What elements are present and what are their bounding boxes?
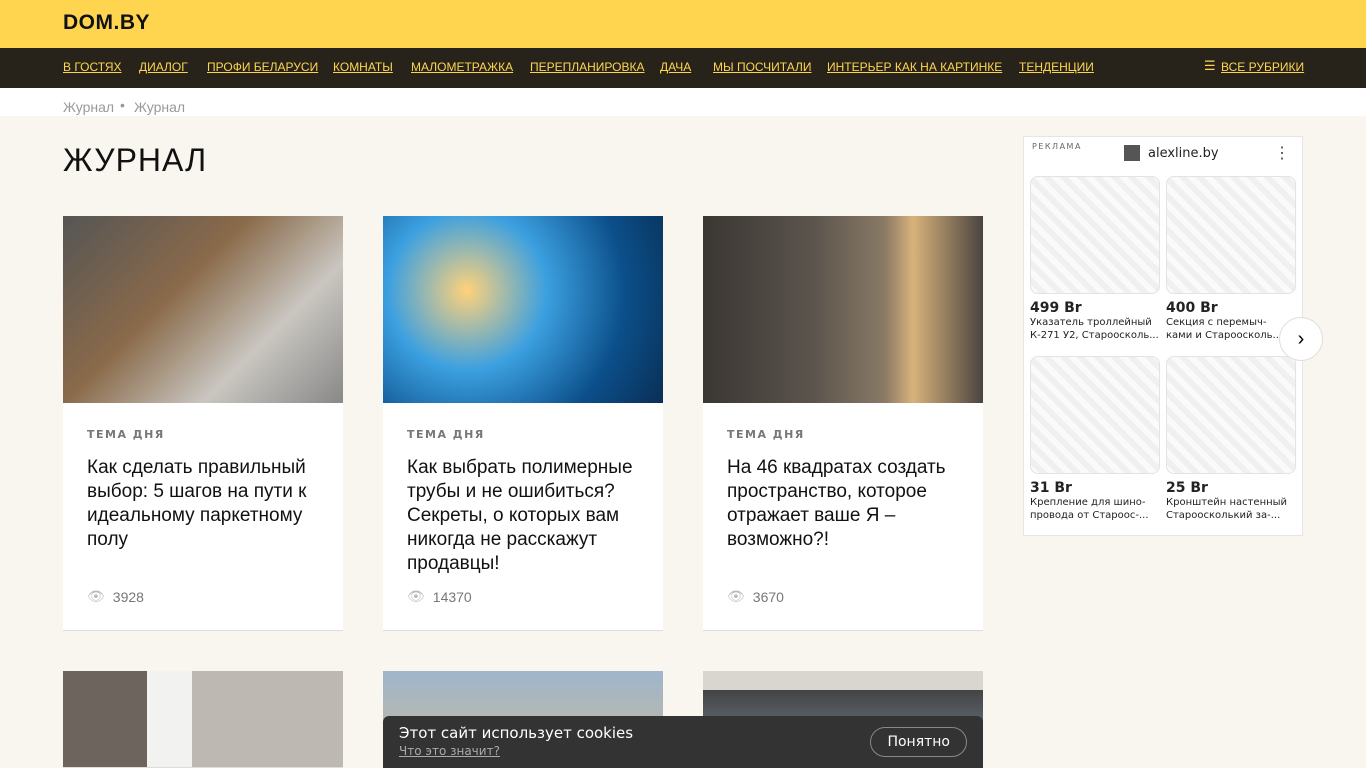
ad-product[interactable]: 25 Br Кронштейн настенный Староосколький з… [1166, 356, 1296, 522]
article-card[interactable]: ТЕМА ДНЯ Как выбрать полимерные трубы и … [383, 216, 663, 631]
brand-logo-icon [1124, 145, 1140, 161]
nav-link[interactable]: ТЕНДЕНЦИИ [1019, 60, 1094, 74]
header: DOM.BY [0, 0, 1366, 48]
product-desc: Крепление для шино- [1030, 497, 1146, 508]
product-desc: Кронштейн настенный [1166, 497, 1288, 508]
ad-brand-name: alexline.by [1148, 145, 1219, 161]
product-desc: Секция с перемыч- [1166, 317, 1267, 328]
article-image[interactable] [703, 216, 983, 403]
logo[interactable]: DOM.BY [63, 11, 150, 35]
product-desc: К-271 У2, Староосколь... [1030, 330, 1159, 341]
views-count: 3928 [112, 588, 144, 605]
article-card[interactable]: ТЕМА ДНЯ На 46 квадратах создать простра… [703, 216, 983, 631]
views: 👁 14370 [407, 588, 472, 605]
ad-product[interactable]: 31 Br Крепление для шино-провода от Старо… [1030, 356, 1160, 522]
page-title: ЖУРНАЛ [63, 142, 208, 178]
article-tag: ТЕМА ДНЯ [727, 428, 805, 441]
chevron-right-icon[interactable]: › [1279, 317, 1323, 361]
ad-product[interactable]: 499 Br Указатель троллейный К-271 У2, Стар… [1030, 176, 1160, 342]
product-price: 400 Br [1166, 300, 1218, 316]
eye-icon: 👁 [87, 588, 105, 604]
article-title[interactable]: На 46 квадратах создать пространство, ко… [727, 456, 967, 552]
nav-link[interactable]: ПРОФИ БЕЛАРУСИ [207, 60, 318, 74]
rubric-nav: В ГОСТЯХ ДИАЛОГ ПРОФИ БЕЛАРУСИ КОМНАТЫ М… [0, 48, 1366, 88]
product-image[interactable] [1166, 356, 1296, 474]
article-tag: ТЕМА ДНЯ [407, 428, 485, 441]
more-vertical-icon[interactable]: ⋮ [1274, 143, 1290, 163]
product-desc: Указатель троллейный [1030, 317, 1152, 328]
article-card[interactable]: ТЕМА ДНЯ Как сделать правильный выбор: 5… [63, 216, 343, 631]
product-image[interactable] [1030, 176, 1160, 294]
article-image[interactable] [63, 216, 343, 403]
article-image[interactable] [383, 216, 663, 403]
nav-link[interactable]: МАЛОМЕТРАЖКА [411, 60, 513, 74]
nav-link[interactable]: КОМНАТЫ [333, 60, 393, 74]
article-tag: ТЕМА ДНЯ [87, 428, 165, 441]
nav-link[interactable]: ПЕРЕПЛАНИРОВКА [530, 60, 645, 74]
nav-link[interactable]: МЫ ПОСЧИТАЛИ [713, 60, 812, 74]
views-count: 14370 [432, 588, 472, 605]
product-desc: Староосколький за-... [1166, 510, 1281, 521]
product-price: 31 Br [1030, 480, 1072, 496]
views: 👁 3670 [727, 588, 784, 605]
product-price: 499 Br [1030, 300, 1082, 316]
breadcrumb-separator: • [120, 97, 125, 113]
cookie-accept-button[interactable]: Понятно [870, 727, 967, 757]
product-desc: ками и Староосколь... [1166, 330, 1283, 341]
breadcrumb-item: Журнал [134, 99, 186, 115]
cookie-text: Этот сайт использует cookies [399, 724, 634, 742]
product-image[interactable] [1030, 356, 1160, 474]
breadcrumb-item[interactable]: Журнал [63, 99, 114, 115]
cookie-banner: Этот сайт использует cookies Что это зна… [383, 716, 983, 768]
ad-block[interactable]: РЕКЛАМА alexline.by ⋮ 499 Br Указатель тр… [1023, 136, 1303, 536]
eye-icon: 👁 [407, 588, 425, 604]
article-title[interactable]: Как выбрать полимерные трубы и не ошибит… [407, 456, 647, 576]
views: 👁 3928 [87, 588, 144, 605]
nav-link[interactable]: ДИАЛОГ [139, 60, 188, 74]
article-title[interactable]: Как сделать правильный выбор: 5 шагов на… [87, 456, 327, 552]
product-image[interactable] [1166, 176, 1296, 294]
ad-brand[interactable]: alexline.by [1124, 145, 1219, 161]
views-count: 3670 [752, 588, 784, 605]
menu-icon[interactable]: ☰ [1204, 59, 1216, 74]
nav-link[interactable]: В ГОСТЯХ [63, 60, 122, 74]
product-price: 25 Br [1166, 480, 1208, 496]
product-desc: провода от Староос-... [1030, 510, 1149, 521]
article-card[interactable] [63, 671, 343, 768]
ad-label: РЕКЛАМА [1032, 142, 1082, 151]
nav-link[interactable]: ДАЧА [660, 60, 691, 74]
eye-icon: 👁 [727, 588, 745, 604]
all-rubrics-link[interactable]: ВСЕ РУБРИКИ [1221, 60, 1304, 74]
cookie-info-link[interactable]: Что это значит? [399, 744, 500, 758]
nav-link[interactable]: ИНТЕРЬЕР КАК НА КАРТИНКЕ [827, 60, 1002, 74]
ad-product[interactable]: 400 Br Секция с перемыч-ками и Старооскол… [1166, 176, 1296, 342]
breadcrumb: Журнал • Журнал [0, 88, 1366, 116]
